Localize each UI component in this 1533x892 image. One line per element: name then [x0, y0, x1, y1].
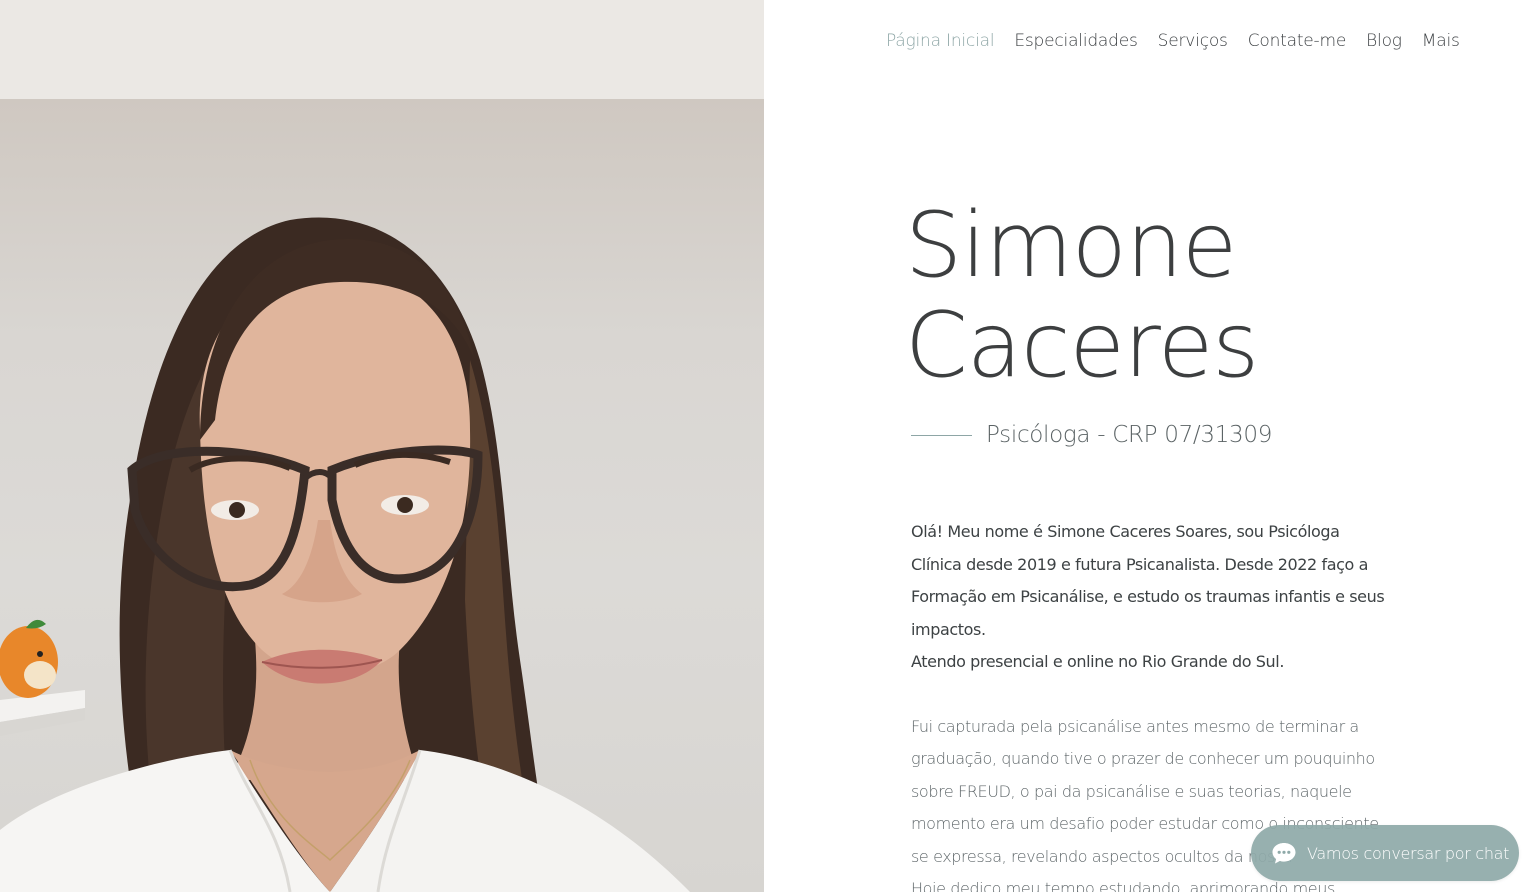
subtitle-divider [911, 434, 972, 436]
nav-item-servicos[interactable]: Serviços [1158, 31, 1228, 51]
page: Página Inicial Especialidades Serviços C… [0, 0, 1533, 892]
hero-first-name: Simone [905, 193, 1237, 298]
chat-button[interactable]: Vamos conversar por chat [1251, 825, 1519, 881]
chat-bubble-icon [1271, 841, 1297, 865]
bio-intro: Olá! Meu nome é Simone Caceres Soares, s… [911, 522, 1385, 639]
nav-item-mais[interactable]: Mais [1422, 31, 1460, 51]
nav-item-contate-me[interactable]: Contate-me [1248, 31, 1347, 51]
nav-item-home[interactable]: Página Inicial [886, 31, 995, 51]
profile-photo [0, 0, 764, 892]
portrait-illustration [0, 217, 690, 892]
subtitle-row: Psicóloga - CRP 07/31309 [911, 422, 1272, 448]
main-nav: Página Inicial Especialidades Serviços C… [886, 31, 1460, 51]
hero-name: Simone Caceres [905, 193, 1259, 398]
hero-last-name: Caceres [905, 293, 1259, 398]
chat-label: Vamos conversar por chat [1307, 843, 1510, 863]
nav-item-especialidades[interactable]: Especialidades [1014, 31, 1138, 51]
bio-location: Atendo presencial e online no Rio Grande… [911, 652, 1285, 671]
bio-spacer [911, 679, 1393, 711]
subtitle: Psicóloga - CRP 07/31309 [986, 422, 1273, 448]
nav-item-blog[interactable]: Blog [1366, 31, 1402, 51]
